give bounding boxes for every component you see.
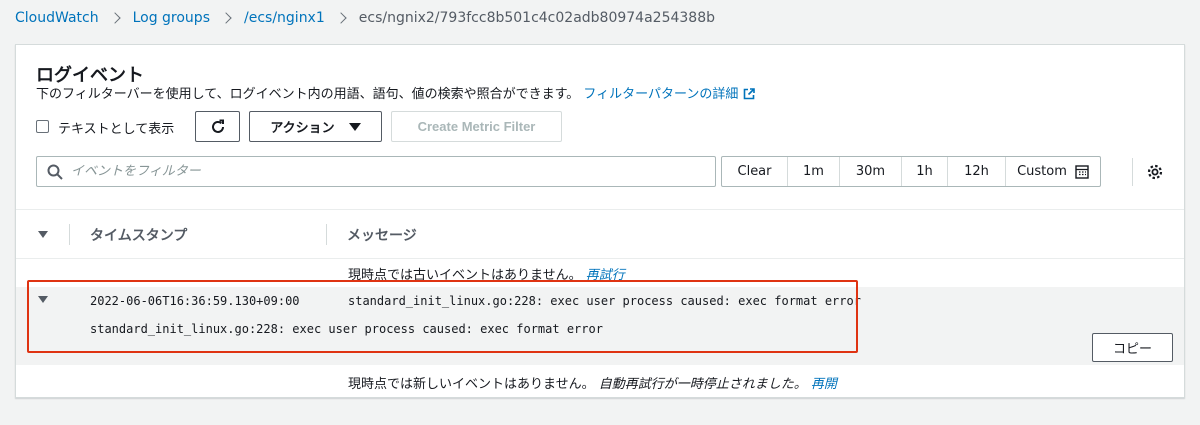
log-event-row[interactable]: 2022-06-06T16:36:59.130+09:00 standard_i… <box>16 287 1184 365</box>
column-divider <box>326 224 327 245</box>
retry-link[interactable]: 再試行 <box>586 268 625 283</box>
filter-pattern-help-link[interactable]: フィルターパターンの詳細 <box>583 87 756 102</box>
breadcrumb-current-stream: ecs/ngnix2/793fcc8b501c4c02adb80974a2543… <box>358 10 715 26</box>
time-range-1m[interactable]: 1m <box>788 157 840 186</box>
event-message: standard_init_linux.go:228: exec user pr… <box>348 294 861 308</box>
event-detail: standard_init_linux.go:228: exec user pr… <box>90 322 603 336</box>
actions-label: アクション <box>270 120 335 135</box>
caret-down-icon <box>348 122 361 131</box>
filter-events-search <box>36 156 716 187</box>
actions-dropdown-button[interactable]: アクション <box>249 111 382 142</box>
time-range-selector: Clear 1m 30m 1h 12h Custom <box>721 156 1101 187</box>
gear-icon[interactable] <box>1146 163 1164 181</box>
calendar-icon <box>1075 164 1089 179</box>
time-range-clear[interactable]: Clear <box>722 157 788 186</box>
copy-button[interactable]: コピー <box>1092 333 1173 362</box>
resume-link[interactable]: 再開 <box>811 377 837 392</box>
column-header-message[interactable]: メッセージ <box>347 225 417 245</box>
breadcrumb-log-groups[interactable]: Log groups <box>133 10 210 26</box>
newer-events-text: 現時点では新しいイベントはありません。 <box>348 377 595 392</box>
create-metric-filter-button[interactable]: Create Metric Filter <box>391 111 562 142</box>
expand-all-caret-icon[interactable] <box>38 231 48 238</box>
time-range-30m[interactable]: 30m <box>840 157 902 186</box>
search-icon <box>47 164 63 180</box>
refresh-button[interactable] <box>195 111 240 142</box>
time-range-12h[interactable]: 12h <box>948 157 1006 186</box>
chevron-right-icon <box>108 12 121 24</box>
page-description: 下のフィルターバーを使用して、ログイベント内の用語、語句、値の検索や照合ができま… <box>36 83 756 102</box>
older-events-text: 現時点では古いイベントはありません。 <box>348 268 582 283</box>
description-text: 下のフィルターバーを使用して、ログイベント内の用語、語句、値の検索や照合ができま… <box>36 87 580 102</box>
refresh-icon <box>211 119 224 133</box>
view-as-text-label[interactable]: テキストとして表示 <box>58 118 174 137</box>
chevron-right-icon <box>335 12 347 24</box>
custom-label: Custom <box>1017 164 1067 179</box>
event-timestamp: 2022-06-06T16:36:59.130+09:00 <box>90 294 300 308</box>
external-link-icon <box>744 88 756 100</box>
column-header-timestamp[interactable]: タイムスタンプ <box>90 225 187 245</box>
view-as-text-checkbox[interactable] <box>36 120 49 133</box>
time-range-custom[interactable]: Custom <box>1006 157 1100 186</box>
toolbar-divider <box>1132 158 1133 186</box>
collapse-caret-icon[interactable] <box>38 296 48 303</box>
time-range-1h[interactable]: 1h <box>902 157 948 186</box>
auto-retry-paused-text: 自動再試行が一時停止されました。 <box>598 377 807 392</box>
newer-events-notice: 現時点では新しいイベントはありません。 自動再試行が一時停止されました。 再開 <box>348 373 837 392</box>
breadcrumb-cloudwatch[interactable]: CloudWatch <box>15 10 99 26</box>
filter-events-input[interactable] <box>71 164 715 179</box>
help-link-label: フィルターパターンの詳細 <box>583 87 739 102</box>
breadcrumb: CloudWatch Log groups /ecs/nginx1 ecs/ng… <box>15 8 715 28</box>
log-events-panel: ログイベント 下のフィルターバーを使用して、ログイベント内の用語、語句、値の検索… <box>15 44 1185 398</box>
table-header: タイムスタンプ メッセージ <box>16 209 1184 259</box>
chevron-right-icon <box>220 12 232 24</box>
column-divider <box>69 224 70 245</box>
breadcrumb-log-group[interactable]: /ecs/nginx1 <box>244 10 325 26</box>
older-events-notice: 現時点では古いイベントはありません。 再試行 <box>348 264 625 283</box>
